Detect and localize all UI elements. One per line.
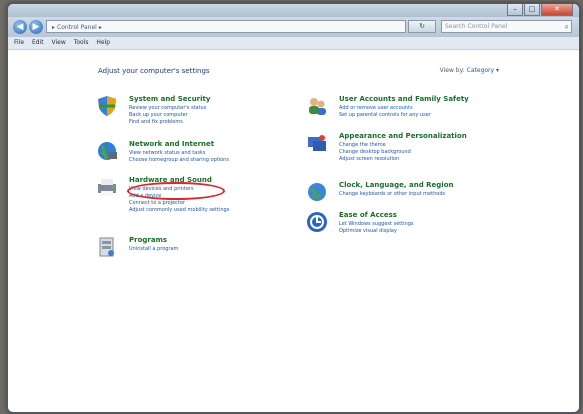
ease-of-access-icon — [307, 212, 327, 232]
link-screen-resolution[interactable]: Adjust screen resolution — [339, 156, 411, 163]
breadcrumb-control-panel[interactable]: Control Panel — [57, 24, 97, 31]
link-parental-controls[interactable]: Set up parental controls for any user — [339, 112, 431, 119]
menu-help[interactable]: Help — [96, 39, 110, 46]
link-change-theme[interactable]: Change the theme — [339, 142, 411, 149]
search-icon: ⌕ — [564, 22, 569, 31]
users-icon — [309, 98, 326, 115]
link-back-up[interactable]: Back up your computer — [129, 112, 206, 119]
link-suggest-settings[interactable]: Let Windows suggest settings — [339, 221, 414, 228]
menu-view[interactable]: View — [52, 39, 66, 46]
link-optimize-display[interactable]: Optimize visual display — [339, 228, 414, 235]
printer-icon — [98, 179, 116, 196]
category-title[interactable]: User Accounts and Family Safety — [339, 95, 469, 103]
link-review-status[interactable]: Review your computer's status — [129, 105, 206, 112]
category-title[interactable]: Network and Internet — [129, 140, 214, 148]
highlight-annotation — [127, 182, 225, 200]
page-heading: Adjust your computer's settings — [98, 67, 210, 75]
link-network-status[interactable]: View network status and tasks — [129, 150, 229, 157]
view-by-label: View by: — [439, 67, 465, 74]
link-mobility-settings[interactable]: Adjust commonly used mobility settings — [129, 207, 229, 214]
maximize-button[interactable]: □ — [524, 4, 540, 16]
menu-tools[interactable]: Tools — [74, 39, 89, 46]
refresh-button[interactable]: ↻ — [408, 20, 436, 33]
menu-edit[interactable]: Edit — [32, 39, 44, 46]
globe-icon — [98, 142, 117, 160]
address-bar[interactable]: ▸ Control Panel ▸ — [46, 20, 406, 33]
category-title[interactable]: Programs — [129, 236, 167, 244]
title-bar: – □ ✕ — [8, 4, 579, 17]
link-uninstall-program[interactable]: Uninstall a program — [129, 246, 178, 253]
link-add-remove-users[interactable]: Add or remove user accounts — [339, 105, 431, 112]
menu-bar: File Edit View Tools Help — [8, 37, 579, 50]
search-placeholder: Search Control Panel — [445, 23, 508, 30]
link-connect-projector[interactable]: Connect to a projector — [129, 200, 229, 207]
back-button[interactable]: ◀ — [13, 20, 27, 34]
link-desktop-background[interactable]: Change desktop background — [339, 149, 411, 156]
link-homegroup[interactable]: Choose homegroup and sharing options — [129, 157, 229, 164]
category-title[interactable]: System and Security — [129, 95, 210, 103]
view-by: View by: Category ▾ — [440, 67, 499, 74]
link-change-keyboards[interactable]: Change keyboards or other input methods — [339, 191, 445, 198]
forward-button[interactable]: ▶ — [29, 20, 43, 34]
address-row: ◀ ▶ ▸ Control Panel ▸ ↻ Search Control Pan… — [8, 17, 579, 37]
address-arrow-icon: ▸ — [52, 24, 56, 31]
clock-globe-icon — [308, 183, 326, 201]
programs-icon — [99, 237, 114, 257]
content-area: Adjust your computer's settings View by:… — [8, 50, 579, 412]
control-panel-window: – □ ✕ ◀ ▶ ▸ Control Panel ▸ ↻ Search Contr… — [7, 3, 580, 413]
window-controls: – □ ✕ — [507, 4, 573, 16]
category-title[interactable]: Clock, Language, and Region — [339, 181, 453, 189]
search-input[interactable]: Search Control Panel ⌕ — [441, 20, 572, 33]
category-title[interactable]: Appearance and Personalization — [339, 132, 467, 140]
close-button[interactable]: ✕ — [541, 4, 573, 16]
menu-file[interactable]: File — [14, 39, 24, 46]
view-by-dropdown[interactable]: Category ▾ — [467, 67, 499, 74]
shield-icon — [98, 96, 116, 116]
category-title[interactable]: Ease of Access — [339, 211, 397, 219]
breadcrumb-arrow-icon: ▸ — [98, 24, 102, 31]
link-find-fix-problems[interactable]: Find and fix problems — [129, 119, 206, 126]
palette-icon — [308, 135, 326, 151]
minimize-button[interactable]: – — [507, 4, 523, 16]
